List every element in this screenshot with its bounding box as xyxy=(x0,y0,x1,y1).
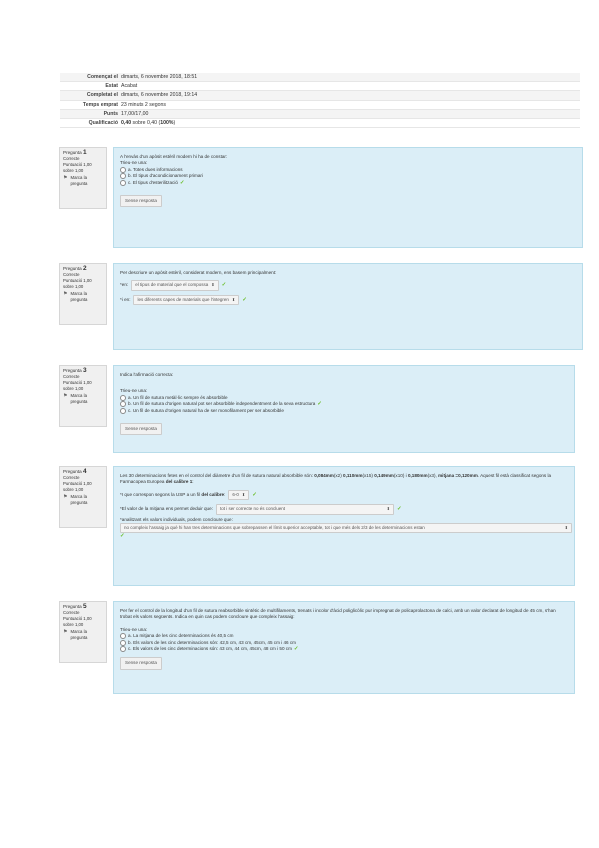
correct-check-icon: ✓ xyxy=(293,646,299,653)
correct-check-icon: ✓ xyxy=(179,179,185,186)
correct-check-icon: ✓ xyxy=(221,282,227,289)
question-panel-2: Per descriure un apòsit estèril, conside… xyxy=(113,263,583,350)
question-info-5: Pregunta 5 Correcte Puntuació 1,00 sobre… xyxy=(59,601,107,663)
radio-button[interactable] xyxy=(120,167,126,174)
clear-answer-button[interactable]: Sense resposta xyxy=(120,657,162,670)
answer-select[interactable]: el tipus de material que el compossa ⬍ xyxy=(131,280,219,291)
summary-row: Qualificació 0,40 sobre 0,40 (100%) xyxy=(60,119,580,129)
summary-row: Començat el dimarts, 6 novembre 2018, 18:… xyxy=(60,73,580,83)
answer-select[interactable]: no compleix l'assaig ja què hi han tres … xyxy=(120,523,572,534)
correct-check-icon: ✓ xyxy=(252,491,257,498)
flag-question-link[interactable]: ⚑ Marca la pregunta xyxy=(63,291,103,303)
summary-row: Completat el dimarts, 6 novembre 2018, 19… xyxy=(60,91,580,101)
flag-icon: ⚑ xyxy=(63,494,68,500)
answer-option[interactable]: c. El tipus d'esterilització ✓ xyxy=(120,180,576,186)
radio-button[interactable] xyxy=(120,173,126,180)
clear-answer-button[interactable]: Sense resposta xyxy=(120,423,162,436)
question-panel-3: Indica l'afirmació correcta: Trieu-ne un… xyxy=(113,365,575,453)
radio-button[interactable] xyxy=(120,401,126,408)
select-caret-icon: ⬍ xyxy=(211,282,215,288)
flag-icon: ⚑ xyxy=(63,175,68,181)
question-info-4: Pregunta 4 Correcte Puntuació 1,00 sobre… xyxy=(59,466,107,528)
question-panel-1: A l'envàs d'un apòsit estèril modern hi … xyxy=(113,147,583,248)
answer-select[interactable]: les diferents capes de materials que l'i… xyxy=(133,294,240,306)
radio-button[interactable] xyxy=(120,407,126,414)
flag-question-link[interactable]: ⚑ Marca la pregunta xyxy=(63,175,103,187)
question-info-2: Pregunta 2 Correcte Puntuació 1,00 sobre… xyxy=(59,263,107,325)
flag-question-link[interactable]: ⚑ Marca la pregunta xyxy=(63,494,103,506)
attempt-summary: Començat el dimarts, 6 novembre 2018, 18:… xyxy=(60,73,580,129)
flag-question-link[interactable]: ⚑ Marca la pregunta xyxy=(63,393,103,405)
select-caret-icon: ⬍ xyxy=(241,491,246,497)
correct-check-icon: ✓ xyxy=(317,401,322,408)
question-text: Les 30 determinacions fetes en el contro… xyxy=(120,473,552,485)
radio-button[interactable] xyxy=(120,179,126,186)
flag-question-link[interactable]: ⚑ Marca la pregunta xyxy=(63,629,103,641)
flag-icon: ⚑ xyxy=(63,393,68,399)
clear-answer-button[interactable]: Sense resposta xyxy=(120,195,162,208)
flag-icon: ⚑ xyxy=(63,629,68,635)
correct-check-icon: ✓ xyxy=(120,533,125,540)
radio-button[interactable] xyxy=(120,639,126,646)
question-info-3: Pregunta 3 Correcte Puntuació 1,00 sobre… xyxy=(59,365,107,427)
select-caret-icon: ⬍ xyxy=(231,296,236,302)
question-panel-5: Per fer el control de la longitud d'un f… xyxy=(113,601,575,694)
question-text: Indica l'afirmació correcta: xyxy=(120,372,174,377)
answer-option[interactable]: c. Els valors de les cinc determinacions… xyxy=(120,646,568,653)
correct-check-icon: ✓ xyxy=(396,506,402,513)
flag-icon: ⚑ xyxy=(63,291,68,297)
select-caret-icon: ⬍ xyxy=(386,506,390,512)
question-info-1: Pregunta 1 Correcte Puntuació 1,00 sobre… xyxy=(59,147,107,209)
answer-select[interactable]: tot i ser correcte no és concluent ⬍ xyxy=(215,504,394,515)
select-caret-icon: ⬍ xyxy=(564,525,568,531)
summary-row: Estat Acabat xyxy=(60,82,580,92)
radio-button[interactable] xyxy=(120,646,126,653)
summary-row: Temps emprat 23 minuts 2 segons xyxy=(60,101,580,110)
radio-button[interactable] xyxy=(120,395,126,402)
question-panel-4: Les 30 determinacions fetes en el contro… xyxy=(113,466,575,586)
question-text: Per fer el control de la longitud d'un f… xyxy=(120,608,556,620)
answer-option[interactable]: c. Un fil de sutura d'origen natural ha … xyxy=(120,408,568,414)
answer-select[interactable]: 6-0 ⬍ xyxy=(228,489,250,501)
radio-button[interactable] xyxy=(120,633,126,640)
correct-check-icon: ✓ xyxy=(242,296,247,303)
summary-row: Punts 17,00/17,00 xyxy=(60,109,580,120)
question-text: Per descriure un apòsit estèril, conside… xyxy=(120,270,277,275)
